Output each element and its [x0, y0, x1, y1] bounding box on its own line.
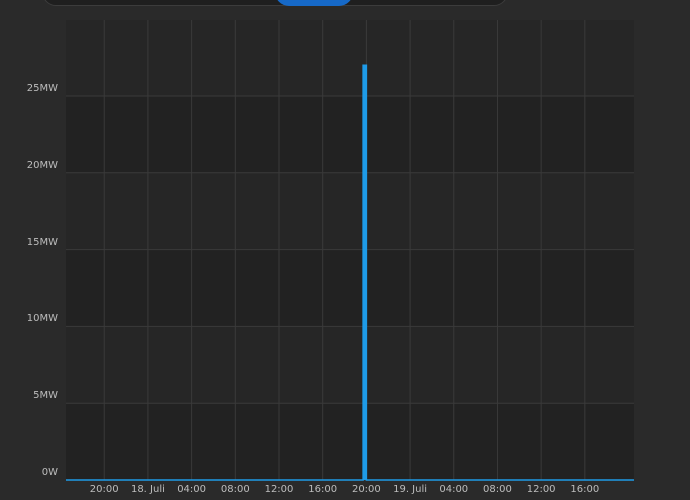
y-tick-label: 5MW — [33, 390, 58, 402]
x-tick-label: 08:00 — [220, 484, 250, 495]
x-tick-label: 12:00 — [264, 484, 294, 495]
x-tick-label: 19. Juli — [393, 484, 428, 495]
x-tick-label: 20:00 — [351, 484, 381, 495]
x-tick-label: 04:00 — [439, 484, 469, 495]
x-tick-label: 12:00 — [526, 484, 556, 495]
y-tick-label: 10MW — [26, 313, 58, 325]
grid-lines — [66, 20, 634, 481]
x-tick-label: 20:00 — [89, 484, 119, 495]
series-layer — [66, 64, 634, 481]
y-tick-label: 15MW — [26, 236, 58, 248]
x-tick-label: 18. Juli — [130, 484, 165, 495]
x-tick-label: 04:00 — [177, 484, 207, 495]
x-tick-label: 16:00 — [570, 484, 600, 495]
y-tick-label: 20MW — [26, 159, 58, 171]
power-series-line — [66, 64, 634, 481]
x-tick-label: 16:00 — [308, 484, 338, 495]
power-chart — [66, 20, 634, 481]
energy-chart-panel: 0W 5MW 10MW 15MW 20MW 25MW 20:00 18. Juli 04:00… — [0, 0, 690, 500]
y-tick-label: 0W — [41, 467, 58, 478]
x-tick-label: 08:00 — [483, 484, 512, 495]
y-tick-label: 25MW — [26, 83, 58, 94]
